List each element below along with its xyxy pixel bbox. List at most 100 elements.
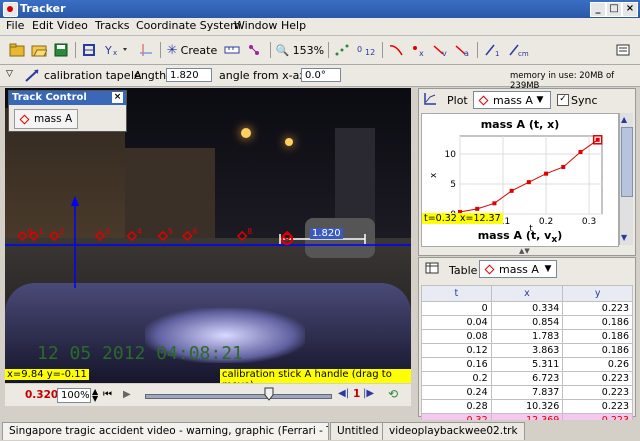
zoom-button[interactable]: 🔍 153% xyxy=(276,40,324,60)
acceleration-icon[interactable]: a xyxy=(453,40,471,60)
save-icon[interactable] xyxy=(52,40,70,60)
menu-video[interactable]: Video xyxy=(57,19,88,32)
data-table: t x y 0 0.334 0.223 0.04 0.854 0.186 0.08 1.7… xyxy=(421,285,633,428)
video-mark-label: 2 xyxy=(59,227,64,236)
table-row[interactable]: 0.04 0.854 0.186 xyxy=(421,315,633,330)
clip-settings-icon[interactable] xyxy=(80,40,98,60)
track-control-header[interactable]: Track Control × xyxy=(9,91,126,105)
cell-y: 0.186 xyxy=(562,343,633,358)
axes-icon[interactable] xyxy=(137,40,155,60)
table-row[interactable]: 0.24 7.837 0.223 xyxy=(421,385,633,400)
track-name[interactable]: calibration tape A xyxy=(44,69,142,82)
svg-text:x: x xyxy=(419,49,424,57)
plot-view-icon[interactable] xyxy=(423,92,437,109)
menu-help[interactable]: Help xyxy=(281,19,306,32)
menu-window[interactable]: Window xyxy=(234,19,277,32)
tab-singapore-trk[interactable]: Singapore tragic accident video - warnin… xyxy=(2,422,329,440)
scroll-down-icon[interactable]: ▼ xyxy=(621,233,627,242)
create-button[interactable]: ✳ Create xyxy=(166,40,218,60)
svg-text:12: 12 xyxy=(365,48,375,57)
filter-icon[interactable]: Yx xyxy=(103,40,131,60)
cell-y: 0.223 xyxy=(562,399,633,414)
toolbar: Yx ✳ Create 🔍 153% 0 12 x v a 1 cm xyxy=(0,36,640,65)
length-field[interactable]: 1.820 xyxy=(166,68,212,82)
video-track-mark xyxy=(48,230,60,242)
table-view-icon[interactable] xyxy=(425,262,439,277)
column-header-y[interactable]: y xyxy=(562,285,633,302)
position-marker-icon[interactable]: x xyxy=(409,40,427,60)
mass-a-button[interactable]: mass A xyxy=(14,109,78,129)
trails-icon[interactable] xyxy=(333,40,351,60)
playback-slider[interactable] xyxy=(145,394,332,399)
plot-point xyxy=(578,150,583,155)
play-icon[interactable]: ▶ xyxy=(123,389,131,400)
cell-x: 1.783 xyxy=(490,329,564,344)
step-forward-icon[interactable]: |▶ xyxy=(363,388,374,399)
track-control-window[interactable]: Track Control × mass A xyxy=(8,90,127,132)
plot-scroll-thumb[interactable] xyxy=(621,127,633,197)
menu-bar: File Edit Video Tracks Coordinate System… xyxy=(0,18,640,36)
rate-field[interactable]: 100% xyxy=(57,388,91,403)
calibration-tape-icon xyxy=(24,68,40,85)
pen-icon[interactable]: 1 xyxy=(483,40,503,60)
cell-y: 0.26 xyxy=(562,357,633,372)
maximize-button[interactable]: □ xyxy=(606,2,622,17)
sync-checkbox[interactable]: ✓ xyxy=(557,94,569,106)
cell-y: 0.186 xyxy=(562,329,633,344)
plot-ytick-label: 5 xyxy=(450,180,456,190)
table-row[interactable]: 0.08 1.783 0.186 xyxy=(421,329,633,344)
video-mark-label: 6 xyxy=(192,227,197,236)
center-of-mass-icon[interactable]: cm xyxy=(507,40,531,60)
plot-label: Plot xyxy=(447,94,468,107)
step-size[interactable]: 1 xyxy=(353,388,360,400)
menu-file[interactable]: File xyxy=(6,19,24,32)
plot-track-dropdown-icon[interactable]: ▼ xyxy=(533,93,547,107)
playback-slider-thumb[interactable] xyxy=(264,387,274,401)
table-row[interactable]: 0.2 6.723 0.223 xyxy=(421,371,633,386)
table-row[interactable]: 0 0.334 0.223 xyxy=(421,301,633,316)
column-header-t[interactable]: t xyxy=(421,285,492,302)
menu-edit[interactable]: Edit xyxy=(32,19,53,32)
scroll-up-icon[interactable]: ▲ xyxy=(621,115,627,124)
go-to-start-icon[interactable]: ⏮ xyxy=(103,389,112,400)
table-track-dropdown-icon[interactable]: ▼ xyxy=(541,262,555,276)
notes-icon[interactable] xyxy=(614,40,632,60)
minimize-button[interactable]: _ xyxy=(590,2,606,17)
plot-scrollbar[interactable]: ▲ ▼ xyxy=(619,113,633,245)
loop-icon[interactable]: ⟲ xyxy=(388,387,398,401)
labels-icon[interactable]: 0 12 xyxy=(355,40,377,60)
velocity-icon[interactable]: v xyxy=(431,40,449,60)
table-row[interactable]: 0.12 3.863 0.186 xyxy=(421,343,633,358)
tab-videoplayback-trk[interactable]: videoplaybackwee02.trk xyxy=(382,422,525,440)
menu-tracks[interactable]: Tracks xyxy=(95,19,130,32)
plot-point xyxy=(492,201,497,206)
filter-funnel-icon[interactable]: ▽ xyxy=(6,69,13,79)
plot-title-2-text: mass A (t, v xyxy=(477,229,552,242)
menu-coordinate-system[interactable]: Coordinate System xyxy=(136,19,241,32)
tape-measure-icon[interactable] xyxy=(223,40,241,60)
new-file-icon[interactable] xyxy=(8,40,26,60)
cell-x: 10.326 xyxy=(490,399,564,414)
calibration-points-icon[interactable] xyxy=(245,40,263,60)
tab-untitled[interactable]: Untitled xyxy=(330,422,386,440)
video-view[interactable]: 12 05 2012 04:08:21 01234568 1.820 x=9.8… xyxy=(5,88,411,383)
cell-x: 0.854 xyxy=(490,315,564,330)
data-table-container[interactable]: t x y 0 0.334 0.223 0.04 0.854 0.186 0.08 1.7… xyxy=(421,285,633,428)
rate-spinner-icon[interactable]: ▲ ▼ xyxy=(92,388,98,403)
title-bar: Tracker _ □ × xyxy=(0,0,640,18)
plot-area[interactable]: mass A (t, x) 105000.10.20.3xt t=0.32 x=… xyxy=(421,113,619,247)
close-button[interactable]: × xyxy=(622,2,638,17)
table-row[interactable]: 0.16 5.311 0.26 xyxy=(421,357,633,372)
table-row[interactable]: 0.28 10.326 0.223 xyxy=(421,399,633,414)
open-folder-icon[interactable] xyxy=(30,40,48,60)
cell-t: 0.12 xyxy=(421,343,492,358)
column-header-x[interactable]: x xyxy=(490,285,564,302)
window-title: Tracker xyxy=(20,2,66,15)
plot-point xyxy=(595,137,600,142)
path-icon[interactable] xyxy=(387,40,405,60)
step-back-icon[interactable]: ◀| xyxy=(338,388,349,399)
angle-field[interactable]: 0.0° xyxy=(301,68,341,82)
splitter-arrows-icon[interactable]: ▲▼ xyxy=(519,247,530,255)
track-control-close-icon[interactable]: × xyxy=(112,92,123,103)
length-label: length xyxy=(131,69,167,82)
